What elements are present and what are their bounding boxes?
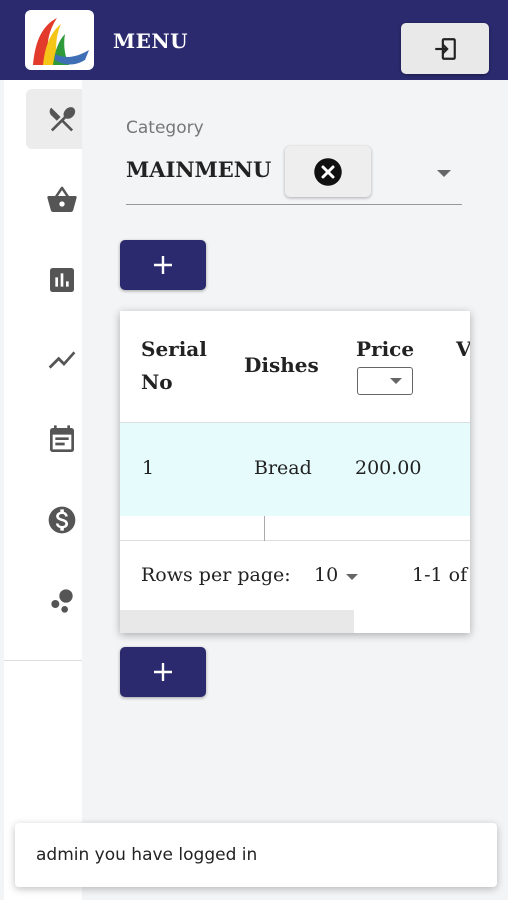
column-header-price[interactable]: Price <box>356 333 414 366</box>
pagination-range: 1-1 of <box>412 564 468 586</box>
table-footer-row <box>120 516 470 541</box>
column-header-dishes[interactable]: Dishes <box>244 349 319 382</box>
sidebar-item-menu[interactable] <box>26 89 82 149</box>
chevron-down-icon <box>390 378 402 384</box>
basket-icon <box>47 186 77 212</box>
page-title: MENU <box>113 29 189 53</box>
calendar-icon <box>50 425 74 452</box>
sidebar-divider <box>4 660 82 661</box>
logout-icon <box>435 37 456 60</box>
sidebar-item-calendar[interactable] <box>26 410 82 470</box>
sidebar-item-payments[interactable] <box>26 490 82 550</box>
dishes-table: Serial No Dishes Price V 1 Bread 200.00 … <box>120 311 470 633</box>
add-item-button-top[interactable] <box>120 240 206 290</box>
snackbar: admin you have logged in <box>15 823 497 887</box>
close-circle-icon <box>314 157 342 186</box>
plus-icon <box>154 663 172 681</box>
sidebar-item-more[interactable] <box>26 570 82 630</box>
chevron-down-icon[interactable] <box>346 574 358 580</box>
sidebar-item-analytics[interactable] <box>26 330 82 390</box>
chevron-down-icon[interactable] <box>437 170 451 177</box>
table-row[interactable]: 1 Bread 200.00 <box>120 423 470 516</box>
snackbar-message: admin you have logged in <box>36 845 258 865</box>
app-logo <box>25 10 94 70</box>
cell-serial: 1 <box>142 457 155 479</box>
sidebar <box>4 80 82 900</box>
category-select-value[interactable]: MAINMENU <box>126 157 271 182</box>
price-filter-select[interactable] <box>357 367 413 395</box>
dollar-icon <box>48 506 76 534</box>
sidebar-item-basket[interactable] <box>26 170 82 230</box>
column-header-serial[interactable]: Serial No <box>141 333 221 399</box>
app-bar: MENU <box>0 0 508 80</box>
logout-button[interactable] <box>401 23 489 74</box>
bar-chart-icon <box>50 268 74 292</box>
horizontal-scrollbar-thumb[interactable] <box>120 610 354 633</box>
column-header-more[interactable]: V <box>456 333 470 366</box>
trend-line-icon <box>48 351 76 369</box>
rows-per-page-label: Rows per page: <box>141 564 291 586</box>
dots-icon <box>51 589 73 613</box>
plus-icon <box>154 256 172 274</box>
category-label: Category <box>126 118 204 138</box>
cell-price: 200.00 <box>355 457 422 479</box>
rows-per-page-select[interactable]: 10 <box>314 564 338 586</box>
category-underline <box>126 204 462 205</box>
cell-dish: Bread <box>254 457 312 479</box>
utensils-icon <box>49 107 76 132</box>
column-divider <box>264 516 265 541</box>
sidebar-item-reports[interactable] <box>26 250 82 310</box>
add-item-button-bottom[interactable] <box>120 647 206 697</box>
clear-category-button[interactable] <box>285 146 371 197</box>
